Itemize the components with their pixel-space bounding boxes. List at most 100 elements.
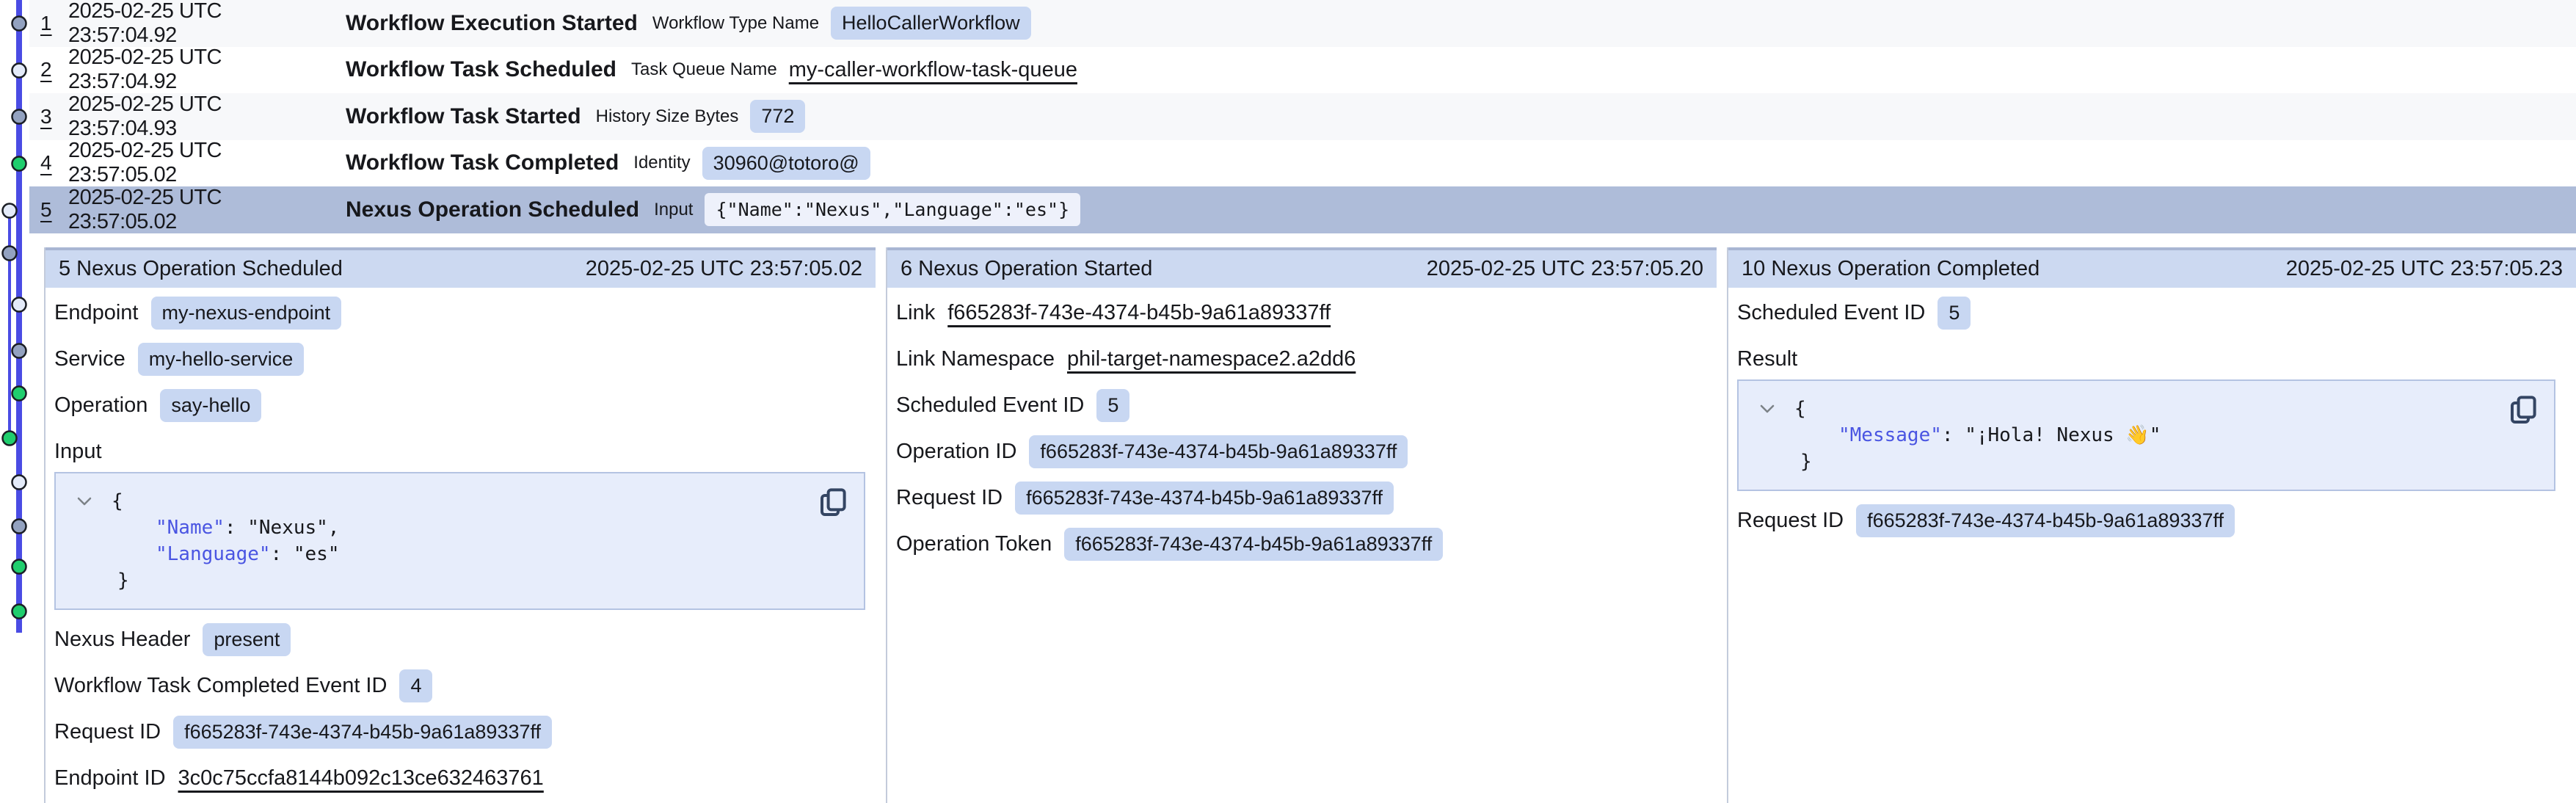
json-value: : "Nexus",: [225, 517, 340, 539]
timeline-node-8[interactable]: [12, 344, 26, 358]
panel-title: 5 Nexus Operation Scheduled: [59, 257, 343, 281]
field-label: Input: [54, 440, 102, 464]
field-label: Workflow Task Completed Event ID: [54, 674, 387, 698]
field-value-badge: present: [203, 623, 291, 656]
event-row-5-selected[interactable]: 5 2025-02-25 UTC 23:57:05.02 Nexus Opera…: [29, 186, 2576, 233]
collapse-chevron-icon[interactable]: [1759, 404, 1775, 414]
field-operation: Operation say-hello: [54, 389, 870, 422]
timeline-node-14[interactable]: [12, 605, 26, 619]
panel-timestamp: 2025-02-25 UTC 23:57:05.02: [586, 257, 862, 281]
timeline-node-2[interactable]: [12, 64, 26, 78]
link-value-link[interactable]: f665283f-743e-4374-b45b-9a61a89337ff: [947, 301, 1331, 325]
event-name: Workflow Task Completed: [346, 150, 619, 175]
timeline-node-12[interactable]: [12, 520, 26, 534]
copy-icon[interactable]: [2508, 394, 2538, 426]
field-request-id: Request ID f665283f-743e-4374-b45b-9a61a…: [896, 482, 1711, 515]
event-attr-label: Identity: [633, 153, 690, 173]
field-scheduled-event-id: Scheduled Event ID 5: [1737, 297, 2560, 330]
field-operation-token: Operation Token f665283f-743e-4374-b45b-…: [896, 528, 1711, 561]
event-row-1[interactable]: 1 2025-02-25 UTC 23:57:04.92 Workflow Ex…: [29, 0, 2576, 47]
panel-timestamp: 2025-02-25 UTC 23:57:05.23: [2286, 257, 2563, 281]
panel-header: 5 Nexus Operation Scheduled 2025-02-25 U…: [46, 247, 876, 288]
event-attr-label: Input: [654, 200, 693, 220]
timeline-node-5[interactable]: [3, 204, 17, 218]
field-value-badge: 5: [1938, 297, 1971, 330]
input-payload-codeblock: { "Name": "Nexus", "Language": "es" }: [54, 472, 865, 610]
event-timestamp: 2025-02-25 UTC 23:57:05.02: [68, 186, 319, 234]
timeline-node-1[interactable]: [12, 17, 26, 31]
event-timestamp: 2025-02-25 UTC 23:57:05.02: [68, 139, 319, 187]
field-workflow-task-completed-event-id: Workflow Task Completed Event ID 4: [54, 669, 870, 702]
json-close-brace: }: [1800, 451, 1812, 473]
json-value: : "¡Hola! Nexus 👋": [1942, 424, 2161, 446]
field-label: Endpoint ID: [54, 766, 166, 791]
timeline-node-9[interactable]: [12, 387, 26, 401]
copy-icon[interactable]: [818, 487, 848, 519]
event-attr-value-badge: 772: [750, 100, 805, 133]
field-endpoint-id: Endpoint ID 3c0c75ccfa8144b092c13ce63246…: [54, 762, 870, 795]
field-service: Service my-hello-service: [54, 343, 870, 376]
field-value-badge: 5: [1096, 389, 1129, 422]
event-id-link[interactable]: 5: [40, 198, 68, 222]
field-value-badge: f665283f-743e-4374-b45b-9a61a89337ff: [1029, 435, 1408, 468]
task-queue-link[interactable]: my-caller-workflow-task-queue: [789, 58, 1077, 82]
panel-title: 6 Nexus Operation Started: [900, 257, 1152, 281]
field-label: Operation: [54, 393, 148, 418]
timeline-node-3[interactable]: [12, 110, 26, 124]
event-input-badge: {"Name":"Nexus","Language":"es"}: [705, 193, 1080, 226]
field-label: Operation ID: [896, 440, 1016, 464]
field-label: Service: [54, 347, 125, 371]
json-open-brace: {: [112, 490, 123, 512]
panel-timestamp: 2025-02-25 UTC 23:57:05.20: [1427, 257, 1703, 281]
panel-nexus-operation-completed: 10 Nexus Operation Completed 2025-02-25 …: [1727, 247, 2576, 803]
panel-title: 10 Nexus Operation Completed: [1742, 257, 2040, 281]
event-timestamp: 2025-02-25 UTC 23:57:04.93: [68, 92, 319, 141]
timeline-node-10[interactable]: [3, 432, 17, 446]
event-name: Workflow Execution Started: [346, 11, 638, 36]
event-row-2[interactable]: 2 2025-02-25 UTC 23:57:04.92 Workflow Ta…: [29, 47, 2576, 94]
event-id-link[interactable]: 2: [40, 58, 68, 81]
field-label: Request ID: [896, 486, 1003, 510]
event-row-3[interactable]: 3 2025-02-25 UTC 23:57:04.93 Workflow Ta…: [29, 93, 2576, 140]
event-attr-value-badge: 30960@totoro@: [702, 147, 870, 180]
panel-nexus-operation-started: 6 Nexus Operation Started 2025-02-25 UTC…: [886, 247, 1727, 803]
event-id-link[interactable]: 4: [40, 151, 68, 175]
event-attr-label: Task Queue Name: [631, 59, 777, 80]
field-label: Scheduled Event ID: [1737, 301, 1925, 325]
event-attr-label: History Size Bytes: [596, 106, 739, 127]
field-value-badge: f665283f-743e-4374-b45b-9a61a89337ff: [173, 716, 552, 749]
field-request-id: Request ID f665283f-743e-4374-b45b-9a61a…: [1737, 504, 2560, 537]
event-name: Workflow Task Started: [346, 104, 581, 129]
field-label: Result: [1737, 347, 1797, 371]
field-label: Request ID: [1737, 509, 1844, 533]
json-value: : "es": [271, 543, 340, 565]
field-operation-id: Operation ID f665283f-743e-4374-b45b-9a6…: [896, 435, 1711, 468]
event-attr-label: Workflow Type Name: [652, 13, 819, 34]
field-link: Link f665283f-743e-4374-b45b-9a61a89337f…: [896, 297, 1711, 330]
field-label: Link: [896, 301, 935, 325]
event-id-link[interactable]: 1: [40, 12, 68, 35]
timeline-node-7[interactable]: [12, 298, 26, 312]
timeline-node-4[interactable]: [12, 157, 26, 171]
field-link-namespace: Link Namespace phil-target-namespace2.a2…: [896, 343, 1711, 376]
panel-nexus-operation-scheduled: 5 Nexus Operation Scheduled 2025-02-25 U…: [46, 247, 886, 803]
field-value-badge: my-nexus-endpoint: [151, 297, 342, 330]
event-id-link[interactable]: 3: [40, 105, 68, 128]
timeline-node-13[interactable]: [12, 560, 26, 574]
event-row-4[interactable]: 4 2025-02-25 UTC 23:57:05.02 Workflow Ta…: [29, 140, 2576, 187]
panel-header: 10 Nexus Operation Completed 2025-02-25 …: [1728, 247, 2576, 288]
event-name: Workflow Task Scheduled: [346, 57, 616, 82]
field-label: Operation Token: [896, 532, 1052, 556]
field-value-badge: 4: [399, 669, 432, 702]
collapse-chevron-icon[interactable]: [76, 496, 92, 506]
timeline-node-11[interactable]: [12, 476, 26, 490]
field-value-badge: f665283f-743e-4374-b45b-9a61a89337ff: [1856, 504, 2235, 537]
panel-header: 6 Nexus Operation Started 2025-02-25 UTC…: [887, 247, 1717, 288]
link-namespace-link[interactable]: phil-target-namespace2.a2dd6: [1067, 347, 1356, 371]
timeline-node-6[interactable]: [3, 247, 17, 261]
endpoint-id-link[interactable]: 3c0c75ccfa8144b092c13ce632463761: [178, 766, 544, 791]
field-result-label: Result: [1737, 343, 2560, 375]
event-timeline-graph: [0, 0, 32, 803]
field-request-id: Request ID f665283f-743e-4374-b45b-9a61a…: [54, 716, 870, 749]
field-input-label: Input: [54, 435, 870, 468]
